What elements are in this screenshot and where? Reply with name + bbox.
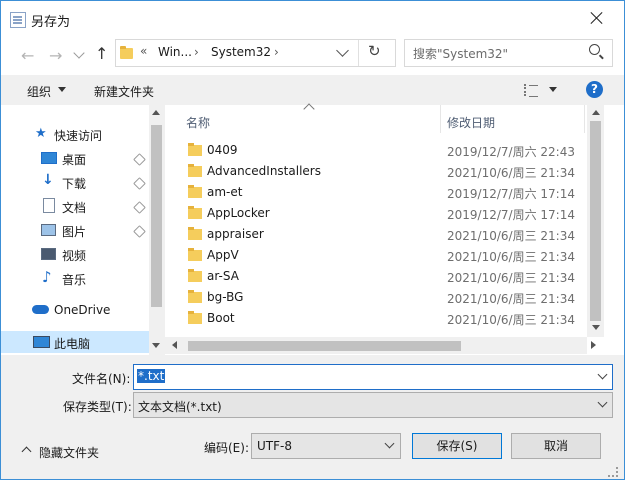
folder-icon bbox=[188, 227, 202, 240]
file-date: 2021/10/6/周三 21:34 bbox=[447, 313, 575, 327]
column-divider[interactable] bbox=[440, 105, 441, 133]
nav-scrollbar-thumb[interactable] bbox=[151, 125, 162, 307]
filetype-value: 文本文档(*.txt) bbox=[138, 400, 222, 414]
organize-dropdown-icon[interactable] bbox=[58, 87, 66, 92]
save-button[interactable]: 保存(S) bbox=[412, 433, 502, 459]
dialog-title: 另存为 bbox=[31, 15, 71, 30]
title-bar bbox=[1, 1, 624, 37]
folder-icon bbox=[188, 248, 202, 261]
chevron-right-icon[interactable]: › bbox=[274, 45, 279, 59]
file-list-horizontal-thumb[interactable] bbox=[188, 341, 461, 351]
folder-icon bbox=[120, 46, 133, 59]
file-name[interactable]: bg-BG bbox=[207, 290, 243, 304]
scroll-right-icon[interactable] bbox=[591, 341, 596, 349]
star-icon: ★ bbox=[35, 126, 47, 141]
folder-icon bbox=[188, 143, 202, 156]
scroll-left-icon[interactable] bbox=[172, 341, 177, 349]
folder-icon bbox=[188, 185, 202, 198]
nav-item-documents[interactable]: 文档 bbox=[62, 199, 86, 216]
scroll-down-icon[interactable] bbox=[152, 343, 160, 348]
nav-item-desktop[interactable]: 桌面 bbox=[62, 151, 86, 168]
view-dropdown-icon[interactable] bbox=[549, 87, 557, 92]
filename-label: 文件名(N): bbox=[72, 372, 131, 386]
notepad-icon bbox=[10, 12, 26, 28]
chevron-right-icon[interactable]: › bbox=[194, 45, 199, 59]
file-date: 2019/12/7/周六 17:14 bbox=[447, 187, 575, 201]
file-name[interactable]: 0409 bbox=[207, 143, 238, 157]
folder-icon bbox=[188, 311, 202, 324]
picture-icon bbox=[41, 224, 56, 236]
column-header-name[interactable]: 名称 bbox=[186, 114, 210, 131]
pc-icon bbox=[33, 336, 50, 348]
scroll-up-icon[interactable] bbox=[152, 110, 160, 115]
breadcrumb-overflow[interactable]: « bbox=[140, 44, 147, 58]
desktop-icon bbox=[41, 152, 57, 164]
organize-button[interactable]: 组织 bbox=[27, 83, 51, 100]
close-icon[interactable] bbox=[581, 7, 613, 29]
cloud-icon bbox=[32, 305, 49, 314]
file-name[interactable]: ar-SA bbox=[207, 269, 239, 283]
download-icon: ↓ bbox=[42, 172, 54, 188]
column-divider[interactable] bbox=[584, 105, 585, 133]
filename-value[interactable]: *.txt bbox=[137, 369, 166, 383]
file-name[interactable]: AppV bbox=[207, 248, 239, 262]
file-name[interactable]: AppLocker bbox=[207, 206, 270, 220]
file-date: 2021/10/6/周三 21:34 bbox=[447, 166, 575, 180]
file-date: 2021/10/6/周三 21:34 bbox=[447, 292, 575, 306]
search-icon[interactable] bbox=[589, 44, 600, 55]
nav-item-this-pc[interactable]: 此电脑 bbox=[54, 335, 90, 352]
scroll-up-icon[interactable] bbox=[592, 110, 600, 115]
breadcrumb-win[interactable]: Win... bbox=[158, 45, 192, 59]
help-icon[interactable]: ? bbox=[586, 81, 603, 98]
cancel-button[interactable]: 取消 bbox=[511, 433, 601, 459]
encoding-label: 编码(E): bbox=[204, 441, 249, 455]
video-icon bbox=[41, 248, 56, 260]
back-arrow-icon[interactable]: ← bbox=[21, 46, 34, 65]
document-icon bbox=[43, 198, 55, 213]
save-as-dialog: 另存为 ← → ↑ « Win... › System32 › ↻ 搜索"Sys… bbox=[0, 0, 625, 480]
breadcrumb-system32[interactable]: System32 bbox=[211, 45, 271, 59]
file-name[interactable]: AdvancedInstallers bbox=[207, 164, 321, 178]
view-lines-icon bbox=[529, 85, 538, 97]
file-date: 2019/12/7/周六 22:43 bbox=[447, 145, 575, 159]
file-name[interactable]: Boot bbox=[207, 311, 235, 325]
music-icon: ♪ bbox=[42, 268, 52, 286]
forward-arrow-icon[interactable]: → bbox=[49, 46, 62, 65]
hide-folders-button[interactable]: 隐藏文件夹 bbox=[39, 444, 99, 461]
file-date: 2019/12/7/周六 17:14 bbox=[447, 208, 575, 222]
address-divider bbox=[358, 40, 359, 66]
new-folder-button[interactable]: 新建文件夹 bbox=[94, 83, 154, 100]
file-date: 2021/10/6/周三 21:34 bbox=[447, 250, 575, 264]
nav-item-pictures[interactable]: 图片 bbox=[62, 223, 86, 240]
file-date: 2021/10/6/周三 21:34 bbox=[447, 271, 575, 285]
refresh-icon[interactable]: ↻ bbox=[368, 42, 381, 60]
encoding-value: UTF-8 bbox=[257, 439, 292, 453]
scroll-down-icon[interactable] bbox=[592, 325, 600, 330]
nav-item-videos[interactable]: 视频 bbox=[62, 247, 86, 264]
folder-icon bbox=[188, 269, 202, 282]
nav-item-music[interactable]: 音乐 bbox=[62, 271, 86, 288]
resize-grip-icon[interactable] bbox=[608, 467, 618, 477]
nav-item-onedrive[interactable]: OneDrive bbox=[54, 303, 110, 317]
nav-item-quick-access[interactable]: 快速访问 bbox=[54, 127, 102, 144]
up-arrow-icon[interactable]: ↑ bbox=[95, 44, 108, 63]
column-header-date[interactable]: 修改日期 bbox=[447, 114, 495, 131]
search-placeholder: 搜索"System32" bbox=[413, 47, 509, 61]
file-date: 2021/10/6/周三 21:34 bbox=[447, 229, 575, 243]
file-list-vertical-thumb[interactable] bbox=[590, 121, 601, 321]
folder-icon bbox=[188, 164, 202, 177]
file-name[interactable]: am-et bbox=[207, 185, 242, 199]
folder-icon bbox=[188, 206, 202, 219]
filetype-label: 保存类型(T): bbox=[63, 400, 132, 414]
file-name[interactable]: appraiser bbox=[207, 227, 264, 241]
folder-icon bbox=[188, 290, 202, 303]
nav-item-downloads[interactable]: 下载 bbox=[62, 175, 86, 192]
filename-input[interactable] bbox=[133, 364, 613, 390]
